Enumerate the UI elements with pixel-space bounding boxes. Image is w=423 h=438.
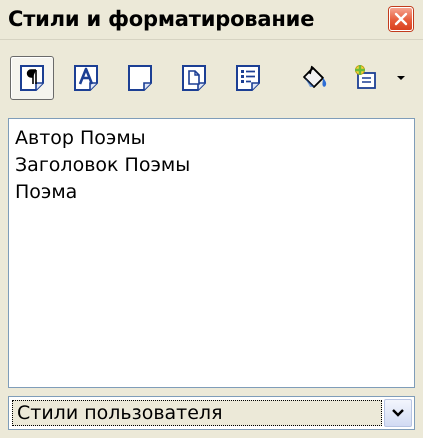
style-filter-arrow-button[interactable] bbox=[384, 399, 412, 427]
styles-and-formatting-panel: Стили и форматирование Автор Поэмы Загол… bbox=[0, 0, 423, 438]
frame-styles-icon bbox=[128, 65, 152, 91]
fill-format-mode-button[interactable] bbox=[292, 56, 336, 100]
paragraph-styles-icon bbox=[20, 65, 44, 91]
new-style-from-selection-icon bbox=[355, 65, 376, 89]
chevron-down-icon bbox=[397, 76, 405, 80]
frame-styles-button[interactable] bbox=[118, 56, 162, 100]
list-item[interactable]: Автор Поэмы bbox=[15, 125, 414, 152]
panel-title: Стили и форматирование bbox=[8, 7, 315, 31]
page-styles-icon bbox=[182, 65, 206, 91]
paragraph-styles-button[interactable] bbox=[10, 56, 54, 100]
chevron-down-icon bbox=[392, 409, 404, 417]
close-button[interactable] bbox=[389, 7, 413, 31]
title-bar[interactable]: Стили и форматирование bbox=[0, 0, 423, 40]
list-styles-button[interactable] bbox=[226, 56, 270, 100]
style-family-toolbar bbox=[10, 52, 415, 104]
style-filter-dropdown[interactable]: Стили пользователя bbox=[8, 396, 415, 430]
list-item[interactable]: Заголовок Поэмы bbox=[15, 152, 414, 179]
toolbar-dropdown-button[interactable] bbox=[390, 56, 412, 100]
new-style-from-selection-button[interactable] bbox=[344, 56, 388, 100]
character-styles-icon bbox=[74, 65, 98, 91]
list-item[interactable]: Поэма bbox=[15, 179, 414, 206]
page-styles-button[interactable] bbox=[172, 56, 216, 100]
list-styles-icon bbox=[236, 65, 260, 91]
fill-format-mode-icon bbox=[303, 65, 327, 88]
character-styles-button[interactable] bbox=[64, 56, 108, 100]
styles-list[interactable]: Автор Поэмы Заголовок Поэмы Поэма bbox=[8, 118, 415, 388]
style-filter-value[interactable]: Стили пользователя bbox=[12, 400, 382, 426]
close-icon bbox=[394, 12, 408, 26]
